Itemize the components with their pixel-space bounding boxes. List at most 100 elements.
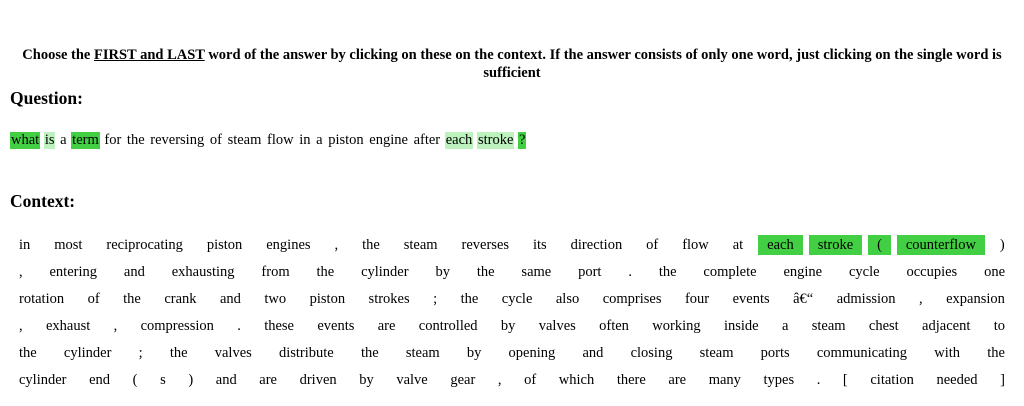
context-word[interactable]: these bbox=[255, 316, 303, 336]
context-word[interactable]: the bbox=[352, 343, 388, 363]
context-word[interactable]: from bbox=[252, 262, 298, 282]
context-word[interactable]: , bbox=[910, 289, 932, 309]
context-word[interactable]: stroke bbox=[808, 235, 863, 255]
context-word[interactable]: occupies bbox=[897, 262, 966, 282]
context-word[interactable]: there bbox=[608, 370, 655, 390]
context-word[interactable]: rotation bbox=[10, 289, 73, 309]
context-word[interactable]: â€“ bbox=[784, 289, 822, 309]
context-word[interactable]: of bbox=[637, 235, 667, 255]
context-word[interactable]: cycle bbox=[493, 289, 542, 309]
context-word[interactable]: . bbox=[228, 316, 250, 336]
context-word[interactable]: , bbox=[326, 235, 348, 255]
context-word[interactable]: the bbox=[468, 262, 504, 282]
context-word[interactable]: piston bbox=[198, 235, 251, 255]
context-word[interactable]: steam bbox=[691, 343, 743, 363]
context-word[interactable]: cylinder bbox=[352, 262, 418, 282]
context-word[interactable]: by bbox=[492, 316, 525, 336]
context-word[interactable]: ( bbox=[868, 235, 891, 255]
context-word[interactable]: , bbox=[105, 316, 127, 336]
context-word[interactable]: the bbox=[307, 262, 343, 282]
context-word[interactable]: citation bbox=[861, 370, 923, 390]
context-word[interactable]: events bbox=[724, 289, 779, 309]
context-word[interactable]: the bbox=[353, 235, 389, 255]
context-word[interactable]: communicating bbox=[808, 343, 916, 363]
context-word[interactable]: ) bbox=[991, 235, 1014, 255]
context-word[interactable]: steam bbox=[803, 316, 855, 336]
context-word[interactable]: , bbox=[489, 370, 511, 390]
context-word[interactable]: adjacent bbox=[913, 316, 979, 336]
context-word[interactable]: opening bbox=[500, 343, 565, 363]
context-word[interactable]: s bbox=[151, 370, 175, 390]
context-word[interactable]: in bbox=[10, 235, 39, 255]
context-word[interactable]: same bbox=[512, 262, 560, 282]
context-word[interactable]: also bbox=[547, 289, 588, 309]
context-word[interactable]: , bbox=[10, 262, 32, 282]
context-word[interactable]: exhaust bbox=[37, 316, 99, 336]
context-word[interactable]: engines bbox=[257, 235, 319, 255]
context-word[interactable]: ports bbox=[752, 343, 799, 363]
context-word[interactable]: reverses bbox=[453, 235, 519, 255]
context-word[interactable]: compression bbox=[132, 316, 223, 336]
context-word[interactable]: are bbox=[369, 316, 405, 336]
context-word[interactable]: engine bbox=[774, 262, 831, 282]
context-word[interactable]: . bbox=[619, 262, 641, 282]
context-word[interactable]: strokes bbox=[360, 289, 419, 309]
context-word[interactable]: controlled bbox=[410, 316, 487, 336]
context-word[interactable]: valve bbox=[387, 370, 436, 390]
context-word[interactable]: reciprocating bbox=[97, 235, 192, 255]
context-word[interactable]: comprises bbox=[594, 289, 671, 309]
context-word[interactable]: valves bbox=[530, 316, 585, 336]
context-word[interactable]: chest bbox=[860, 316, 908, 336]
context-word[interactable]: to bbox=[985, 316, 1014, 336]
context-word[interactable]: needed bbox=[927, 370, 986, 390]
context-word[interactable]: ; bbox=[130, 343, 152, 363]
context-word[interactable]: at bbox=[724, 235, 752, 255]
context-word[interactable]: piston bbox=[301, 289, 354, 309]
context-word[interactable]: its bbox=[524, 235, 556, 255]
context-word[interactable]: direction bbox=[562, 235, 632, 255]
context-word[interactable]: the bbox=[978, 343, 1014, 363]
context-word[interactable]: one bbox=[975, 262, 1014, 282]
context-word[interactable]: driven bbox=[291, 370, 346, 390]
context-word[interactable]: gear bbox=[441, 370, 484, 390]
context-word[interactable]: a bbox=[773, 316, 797, 336]
context-word[interactable]: four bbox=[676, 289, 718, 309]
context-word[interactable]: ] bbox=[991, 370, 1014, 390]
context-word[interactable]: exhausting bbox=[163, 262, 244, 282]
context-word[interactable]: complete bbox=[694, 262, 765, 282]
context-word[interactable]: and bbox=[573, 343, 612, 363]
context-word[interactable]: which bbox=[550, 370, 603, 390]
context-word[interactable]: by bbox=[426, 262, 459, 282]
context-word[interactable]: each bbox=[758, 235, 803, 255]
context-word[interactable]: of bbox=[79, 289, 109, 309]
context-word[interactable]: the bbox=[10, 343, 46, 363]
context-word[interactable]: many bbox=[700, 370, 750, 390]
context-word[interactable]: valves bbox=[206, 343, 261, 363]
context-word[interactable]: [ bbox=[834, 370, 857, 390]
context-word[interactable]: . bbox=[808, 370, 830, 390]
context-word[interactable]: ; bbox=[424, 289, 446, 309]
context-word[interactable]: port bbox=[569, 262, 610, 282]
context-word[interactable]: counterflow bbox=[896, 235, 985, 255]
context-word[interactable]: and bbox=[211, 289, 250, 309]
context-word[interactable]: the bbox=[114, 289, 150, 309]
context-word[interactable]: the bbox=[452, 289, 488, 309]
context-word[interactable]: flow bbox=[673, 235, 718, 255]
context-word[interactable]: crank bbox=[155, 289, 205, 309]
context-word[interactable]: the bbox=[650, 262, 686, 282]
context-word[interactable]: cylinder bbox=[10, 370, 76, 390]
context-word[interactable]: and bbox=[207, 370, 246, 390]
context-word[interactable]: ) bbox=[179, 370, 202, 390]
context-word[interactable]: most bbox=[45, 235, 91, 255]
context-word[interactable]: steam bbox=[395, 235, 447, 255]
context-word[interactable]: and bbox=[115, 262, 154, 282]
context-word[interactable]: are bbox=[659, 370, 695, 390]
context-word[interactable]: cycle bbox=[840, 262, 889, 282]
context-word[interactable]: of bbox=[515, 370, 545, 390]
context-word[interactable]: closing bbox=[622, 343, 682, 363]
context-word[interactable]: inside bbox=[715, 316, 768, 336]
context-word[interactable]: by bbox=[458, 343, 491, 363]
context-word[interactable]: , bbox=[10, 316, 32, 336]
context-word[interactable]: the bbox=[161, 343, 197, 363]
context-word[interactable]: admission bbox=[828, 289, 905, 309]
